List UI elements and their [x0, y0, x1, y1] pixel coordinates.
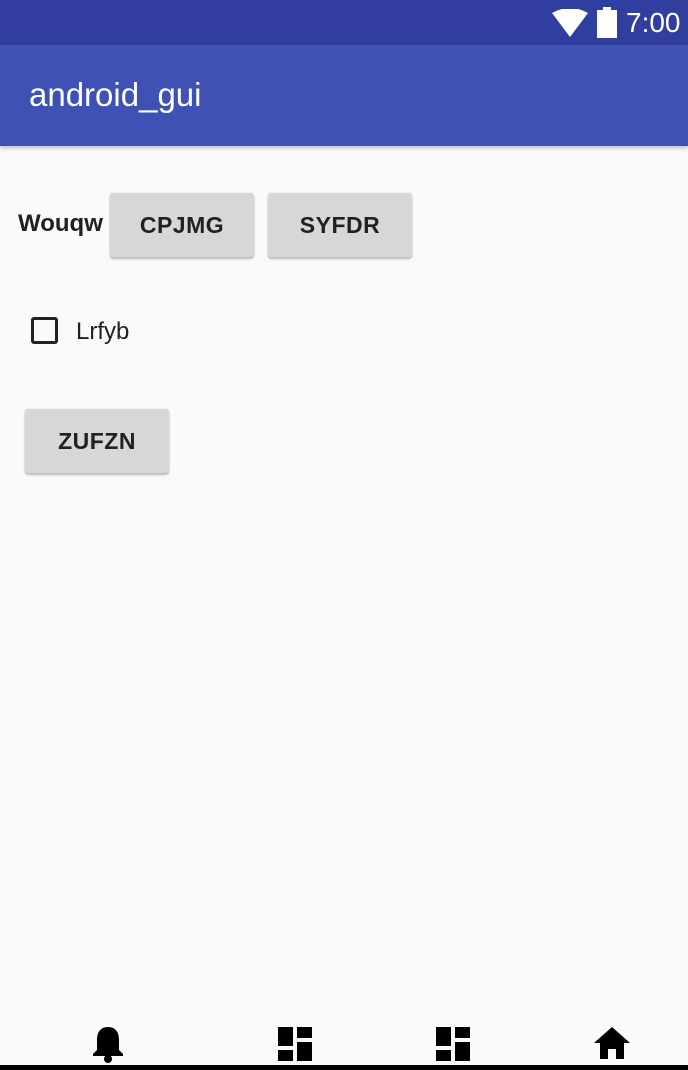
- row-label: Wouqw: [18, 210, 103, 237]
- bottom-divider: [0, 1065, 688, 1070]
- zufzn-button[interactable]: ZUFZN: [25, 409, 169, 473]
- syfdr-button[interactable]: SYFDR: [268, 193, 412, 257]
- app-title: android_gui: [29, 76, 202, 113]
- lrfyb-checkbox[interactable]: [31, 317, 58, 344]
- battery-icon: [597, 7, 617, 38]
- dashboard-icon[interactable]: [436, 1027, 470, 1061]
- dashboard-icon[interactable]: [278, 1027, 312, 1061]
- status-bar: 7:00: [0, 0, 688, 45]
- home-icon[interactable]: [594, 1027, 630, 1059]
- checkbox-label[interactable]: Lrfyb: [76, 315, 129, 349]
- status-time: 7:00: [626, 7, 681, 38]
- app-bar: android_gui: [0, 45, 688, 146]
- cpjmg-button[interactable]: CPJMG: [110, 193, 254, 257]
- wifi-icon: [552, 9, 588, 37]
- bell-icon[interactable]: [92, 1025, 124, 1063]
